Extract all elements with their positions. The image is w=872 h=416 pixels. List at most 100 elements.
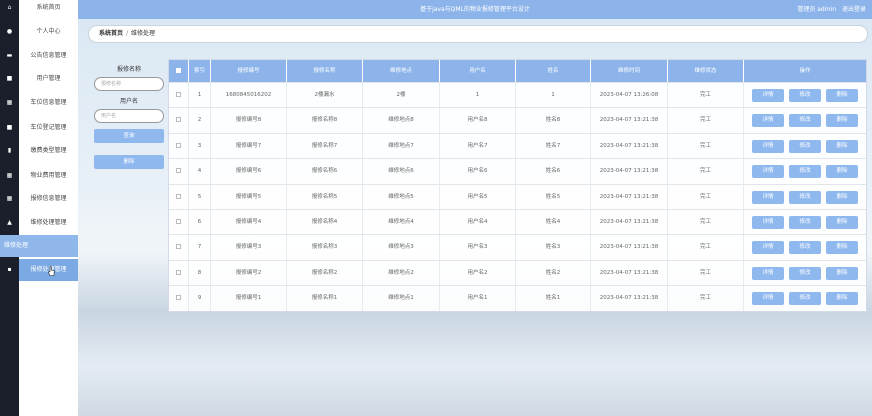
detail-button[interactable]: 详情 xyxy=(752,139,784,153)
detail-button[interactable]: 详情 xyxy=(752,114,784,128)
home-icon[interactable]: ⌂ xyxy=(6,5,13,11)
row-select-cell xyxy=(169,184,189,210)
table-header: 索引 报修编号 报修名称 维修地点 用户名 姓名 维修时间 维修状态 操作 xyxy=(169,60,866,82)
detail-button[interactable]: 详情 xyxy=(752,292,784,306)
breadcrumb-home[interactable]: 系统首页 xyxy=(99,30,123,37)
monitor-icon[interactable]: ■ xyxy=(6,76,13,82)
select-all-checkbox[interactable] xyxy=(176,68,181,73)
sidebar-subitem-maintenance-process[interactable]: 维修处理 xyxy=(0,235,78,257)
delete-button[interactable]: 删除 xyxy=(826,190,858,204)
row-checkbox[interactable] xyxy=(176,193,181,199)
cell-actions: 详情 修改 删除 xyxy=(744,159,866,184)
delete-button[interactable]: 删除 xyxy=(826,165,858,179)
breadcrumb-current: 维修处理 xyxy=(131,30,156,37)
edit-button[interactable]: 修改 xyxy=(789,241,821,255)
cell-time: 2023-04-07 13:21:38 xyxy=(591,184,668,210)
chat-icon[interactable]: ▪ xyxy=(6,267,13,273)
cell-user: 用户名1 xyxy=(440,286,516,312)
repair-name-label: 报修名称 xyxy=(116,66,141,73)
delete-button[interactable]: 删除 xyxy=(826,241,858,255)
edit-button[interactable]: 修改 xyxy=(789,292,821,306)
grid-icon[interactable]: ▦ xyxy=(6,173,13,179)
row-checkbox[interactable] xyxy=(176,269,181,275)
sidebar-item-fee-type[interactable]: 缴费类型管理 xyxy=(19,140,78,162)
delete-button[interactable]: 删除 xyxy=(826,216,858,229)
cell-realname: 姓名5 xyxy=(516,184,591,210)
breadcrumb-separator: / xyxy=(126,30,129,37)
sidebar-item-parking-register[interactable]: 车位登记管理 xyxy=(19,117,78,139)
row-checkbox[interactable] xyxy=(176,117,181,123)
sidebar-item-profile[interactable]: 个人中心 xyxy=(19,21,78,43)
cell-time: 2023-04-07 13:21:38 xyxy=(591,286,668,312)
cell-realname: 姓名6 xyxy=(516,159,591,185)
edit-button[interactable]: 修改 xyxy=(789,139,821,153)
grid-icon[interactable]: ▦ xyxy=(6,196,13,202)
delete-button[interactable]: 删除 xyxy=(826,292,858,306)
row-checkbox[interactable] xyxy=(176,244,181,250)
logout-link[interactable]: 退出登录 xyxy=(842,6,866,13)
cell-place: 维修地点4 xyxy=(363,210,440,235)
building-icon[interactable]: ▲ xyxy=(6,220,13,226)
cell-actions: 详情 修改 删除 xyxy=(744,235,866,260)
edit-button[interactable]: 修改 xyxy=(789,216,821,229)
cell-time: 2023-04-07 13:21:38 xyxy=(591,210,668,235)
cell-user: 用户名7 xyxy=(440,133,516,159)
grid-icon[interactable]: ▦ xyxy=(6,100,13,106)
username-label: 用户名 xyxy=(119,98,138,105)
detail-button[interactable]: 详情 xyxy=(752,216,784,229)
row-checkbox[interactable] xyxy=(176,92,181,97)
icon-rail: ⌂ ● ▬ ■ ▦ ■ ▮ ▦ ▦ ▲ ▪ xyxy=(0,0,19,416)
select-all-cell xyxy=(169,60,189,82)
detail-button[interactable]: 详情 xyxy=(752,266,784,280)
sidebar-item-parking-info[interactable]: 车位信息管理 xyxy=(19,92,78,114)
detail-button[interactable]: 详情 xyxy=(752,165,784,179)
row-checkbox[interactable] xyxy=(176,295,181,301)
detail-button[interactable]: 详情 xyxy=(752,190,784,204)
edit-button[interactable]: 修改 xyxy=(789,190,821,204)
row-checkbox[interactable] xyxy=(176,219,181,224)
edit-button[interactable]: 修改 xyxy=(789,89,821,102)
sidebar-item-notice[interactable]: 公告信息管理 xyxy=(19,45,78,67)
cell-code: 报修编号4 xyxy=(211,210,287,235)
sidebar-item-repair-info[interactable]: 报修信息管理 xyxy=(19,188,78,210)
delete-button[interactable]: 删除 xyxy=(826,266,858,280)
delete-button[interactable]: 删除 xyxy=(826,114,858,128)
username-input[interactable]: 用户名 xyxy=(94,109,164,123)
cell-code: 报修编号6 xyxy=(211,159,287,185)
edit-button[interactable]: 修改 xyxy=(789,165,821,179)
top-header: 基于java与QML的物业报修管理平台设计 管理员 admin 退出登录 xyxy=(78,0,872,19)
monitor-icon[interactable]: ■ xyxy=(6,125,13,131)
sidebar-item-property-fee[interactable]: 物业费用管理 xyxy=(19,165,78,187)
table-row: 7 报修编号3 报修名称3 维修地点3 用户名3 姓名3 2023-04-07 13:21:… xyxy=(169,234,866,261)
row-checkbox[interactable] xyxy=(176,142,181,148)
row-checkbox[interactable] xyxy=(176,168,181,174)
cell-user: 用户名5 xyxy=(440,184,516,210)
delete-button[interactable]: 删除 xyxy=(826,89,858,102)
cell-user: 用户名4 xyxy=(440,210,516,235)
clipboard-icon[interactable]: ▮ xyxy=(6,148,13,154)
col-actions: 操作 xyxy=(799,68,811,74)
cell-place: 维修地点2 xyxy=(363,260,440,286)
cell-code: 报修编号7 xyxy=(211,133,287,159)
detail-button[interactable]: 详情 xyxy=(752,241,784,255)
cell-status: 完工 xyxy=(668,235,744,261)
detail-button[interactable]: 详情 xyxy=(752,89,784,102)
cell-user: 用户名8 xyxy=(440,108,516,134)
admin-user-label: 管理员 admin xyxy=(797,6,837,13)
sidebar-item-home[interactable]: 系统首页 xyxy=(19,0,78,19)
app-title: 基于java与QML的物业报修管理平台设计 xyxy=(420,6,530,13)
sidebar-item-maintenance[interactable]: 维修处理管理 xyxy=(19,212,78,234)
query-button[interactable]: 查询 xyxy=(94,129,164,143)
repair-name-input[interactable]: 报修名称 xyxy=(94,77,164,91)
edit-button[interactable]: 修改 xyxy=(789,266,821,280)
contact-card-icon[interactable]: ▬ xyxy=(6,53,13,59)
delete-button[interactable]: 删除 xyxy=(826,139,858,153)
row-select-cell xyxy=(169,235,189,261)
col-realname: 姓名 xyxy=(516,60,591,82)
bulk-delete-button[interactable]: 删除 xyxy=(94,155,164,169)
edit-button[interactable]: 修改 xyxy=(789,114,821,128)
person-icon[interactable]: ● xyxy=(6,29,13,35)
maintenance-table: 索引 报修编号 报修名称 维修地点 用户名 姓名 维修时间 维修状态 操作 11… xyxy=(168,59,867,312)
sidebar-item-users[interactable]: 用户管理 xyxy=(19,68,78,90)
cell-place: 维修地点1 xyxy=(363,286,440,312)
